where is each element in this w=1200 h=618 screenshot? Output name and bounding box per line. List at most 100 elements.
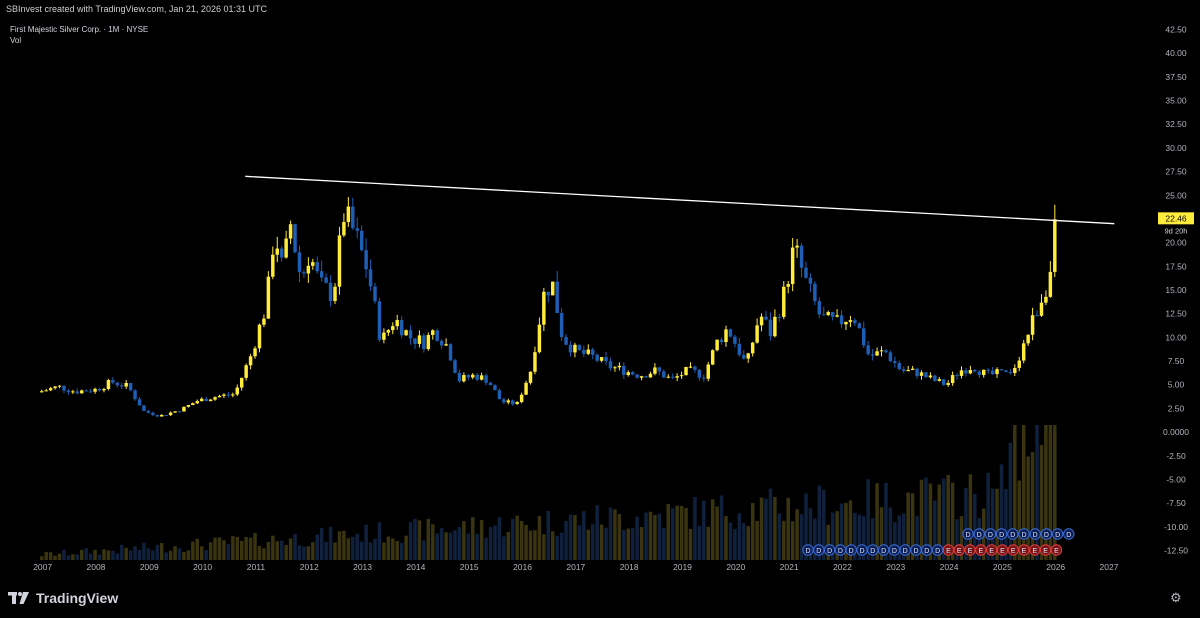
candle-body bbox=[457, 372, 462, 382]
candle-body bbox=[639, 376, 644, 378]
candle-body bbox=[608, 361, 613, 369]
volume-bar bbox=[364, 524, 368, 560]
volume-bar bbox=[1044, 425, 1048, 560]
bar-countdown-label: 9d 20h bbox=[1165, 226, 1188, 235]
volume-bar bbox=[124, 547, 128, 560]
volume-bar bbox=[693, 497, 697, 560]
volume-bar bbox=[257, 546, 262, 560]
candle-body bbox=[182, 406, 186, 412]
candle-body bbox=[195, 401, 200, 404]
volume-bar bbox=[502, 536, 506, 560]
volume-bar bbox=[191, 541, 195, 560]
volume-bar bbox=[448, 532, 453, 560]
volume-bar bbox=[97, 554, 102, 560]
candle-body bbox=[626, 372, 630, 376]
candle-body bbox=[666, 376, 670, 378]
volume-bar bbox=[590, 524, 595, 560]
volume-indicator-label[interactable]: Vol bbox=[10, 35, 148, 46]
candle-body bbox=[297, 252, 302, 273]
volume-bar bbox=[728, 522, 733, 560]
volume-bar bbox=[84, 548, 88, 560]
volume-bar bbox=[48, 552, 53, 560]
volume-bar bbox=[106, 550, 111, 560]
volume-bar bbox=[786, 497, 790, 560]
volume-bar bbox=[351, 536, 355, 560]
candle-body bbox=[582, 350, 586, 354]
volume-bar bbox=[373, 538, 377, 560]
x-tick-label: 2027 bbox=[1100, 562, 1119, 572]
volume-bar bbox=[1013, 425, 1017, 560]
candle-body bbox=[413, 338, 417, 344]
candle-body bbox=[493, 385, 497, 391]
candle-body bbox=[897, 363, 902, 370]
volume-bar bbox=[742, 523, 746, 560]
candle-body bbox=[359, 230, 364, 251]
candle-body bbox=[213, 397, 217, 400]
volume-bar bbox=[271, 535, 275, 560]
x-tick-label: 2018 bbox=[620, 562, 639, 572]
volume-bar bbox=[328, 526, 333, 560]
volume-bar bbox=[284, 544, 288, 560]
volume-bar bbox=[426, 518, 431, 560]
candle-body bbox=[288, 224, 293, 239]
volume-bar bbox=[537, 515, 542, 560]
candle-body bbox=[635, 374, 639, 378]
earnings-marker-label: D bbox=[838, 548, 843, 555]
volume-bar bbox=[1021, 425, 1026, 560]
candle-body bbox=[1053, 219, 1057, 272]
candle-body bbox=[844, 321, 848, 325]
candle-body bbox=[342, 222, 346, 236]
gear-icon[interactable]: ⚙ bbox=[1170, 590, 1182, 606]
candle-body bbox=[795, 245, 799, 248]
volume-bar bbox=[670, 508, 675, 560]
volume-bar bbox=[297, 545, 302, 560]
volume-bar bbox=[799, 514, 804, 560]
candle-body bbox=[715, 339, 719, 351]
volume-bar bbox=[697, 525, 702, 560]
candle-body bbox=[408, 330, 413, 339]
volume-bar bbox=[479, 520, 484, 560]
candle-body bbox=[1035, 315, 1039, 317]
volume-bar bbox=[782, 520, 786, 560]
volume-bar bbox=[1030, 452, 1035, 560]
price-chart[interactable]: D D D D D D D D D DD D D D D D D D D D D D D E E E E E E E E E E E 42.50… bbox=[0, 0, 1200, 578]
candle-body bbox=[186, 405, 191, 407]
candle-body bbox=[159, 415, 164, 417]
candle-body bbox=[120, 385, 124, 387]
x-tick-label: 2011 bbox=[247, 562, 266, 572]
y-tick-label: -2.50 bbox=[1166, 451, 1186, 461]
earnings-marker-label: D bbox=[913, 548, 918, 555]
volume-bar bbox=[93, 549, 97, 560]
volume-bar bbox=[1008, 442, 1013, 560]
volume-bar bbox=[431, 524, 435, 560]
candle-body bbox=[422, 335, 426, 350]
resistance-trendline bbox=[245, 175, 1115, 225]
symbol-title[interactable]: First Majestic Silver Corp. · 1M · NYSE bbox=[10, 24, 148, 35]
earnings-marker-label: E bbox=[1022, 548, 1027, 555]
volume-bar bbox=[653, 514, 657, 560]
volume-bar bbox=[1048, 425, 1053, 560]
candle-body bbox=[946, 383, 950, 385]
tradingview-brand[interactable]: TradingView bbox=[8, 590, 118, 606]
dividend-marker-label: D bbox=[999, 532, 1004, 539]
candle-body bbox=[399, 320, 404, 336]
volume-bar bbox=[550, 531, 555, 560]
candle-body bbox=[57, 385, 62, 387]
candle-body bbox=[53, 386, 57, 389]
candle-body bbox=[475, 374, 479, 380]
volume-bar bbox=[422, 540, 426, 560]
volume-bar bbox=[408, 522, 413, 560]
volume-bar bbox=[519, 521, 524, 560]
earnings-marker-label: E bbox=[946, 548, 951, 555]
volume-bar bbox=[302, 546, 306, 560]
volume-bar bbox=[279, 540, 284, 560]
volume-bar bbox=[439, 528, 444, 560]
candle-body bbox=[502, 399, 506, 403]
candle-body bbox=[386, 330, 391, 333]
candle-body bbox=[981, 369, 986, 376]
candle-body bbox=[128, 382, 133, 391]
y-tick-label: 10.00 bbox=[1165, 332, 1187, 342]
candle-body bbox=[546, 291, 551, 296]
volume-bar bbox=[586, 529, 591, 560]
volume-bar bbox=[497, 517, 502, 560]
